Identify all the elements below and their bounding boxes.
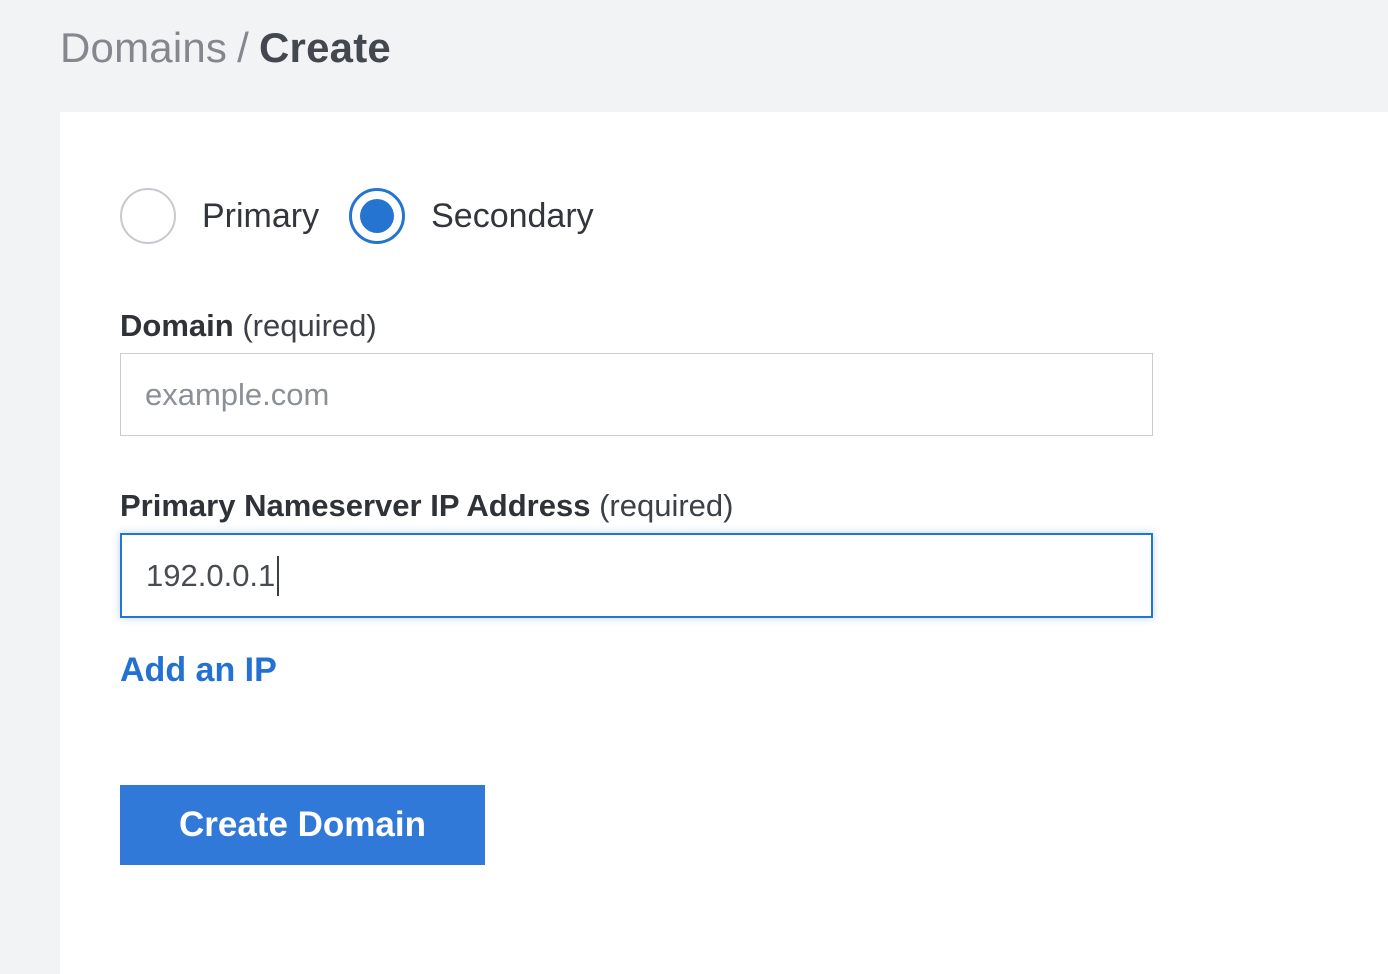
breadcrumb: Domains/Create — [60, 24, 391, 72]
create-domain-button[interactable]: Create Domain — [120, 785, 485, 865]
domain-label-text: Domain — [120, 308, 234, 343]
nameserver-ip-label-required: (required) — [599, 488, 733, 523]
add-an-ip-link[interactable]: Add an IP — [120, 651, 277, 690]
nameserver-ip-label-text: Primary Nameserver IP Address — [120, 488, 590, 523]
radio-option-primary[interactable]: Primary — [120, 188, 319, 244]
domain-field-label: Domain (required) — [120, 308, 1388, 344]
domain-label-required: (required) — [242, 308, 376, 343]
domain-input[interactable] — [120, 353, 1153, 436]
radio-option-secondary[interactable]: Secondary — [349, 188, 594, 244]
radio-primary-circle[interactable] — [120, 188, 176, 244]
nameserver-ip-value: 192.0.0.1 — [146, 558, 275, 594]
radio-primary-label[interactable]: Primary — [202, 197, 319, 236]
text-cursor — [277, 556, 279, 596]
radio-selected-dot-icon — [360, 199, 394, 233]
radio-secondary-circle[interactable] — [349, 188, 405, 244]
nameserver-ip-input[interactable]: 192.0.0.1 — [120, 533, 1153, 618]
nameserver-ip-field-label: Primary Nameserver IP Address (required) — [120, 488, 1388, 524]
breadcrumb-current-page: Create — [259, 24, 391, 71]
breadcrumb-domains-link[interactable]: Domains — [60, 24, 227, 71]
radio-secondary-label[interactable]: Secondary — [431, 197, 594, 236]
create-domain-panel: Primary Secondary Domain (required) Prim… — [60, 112, 1388, 974]
domain-type-radio-group: Primary Secondary — [120, 188, 1388, 244]
breadcrumb-separator: / — [227, 24, 259, 71]
create-domain-form: Primary Secondary Domain (required) Prim… — [60, 112, 1388, 865]
